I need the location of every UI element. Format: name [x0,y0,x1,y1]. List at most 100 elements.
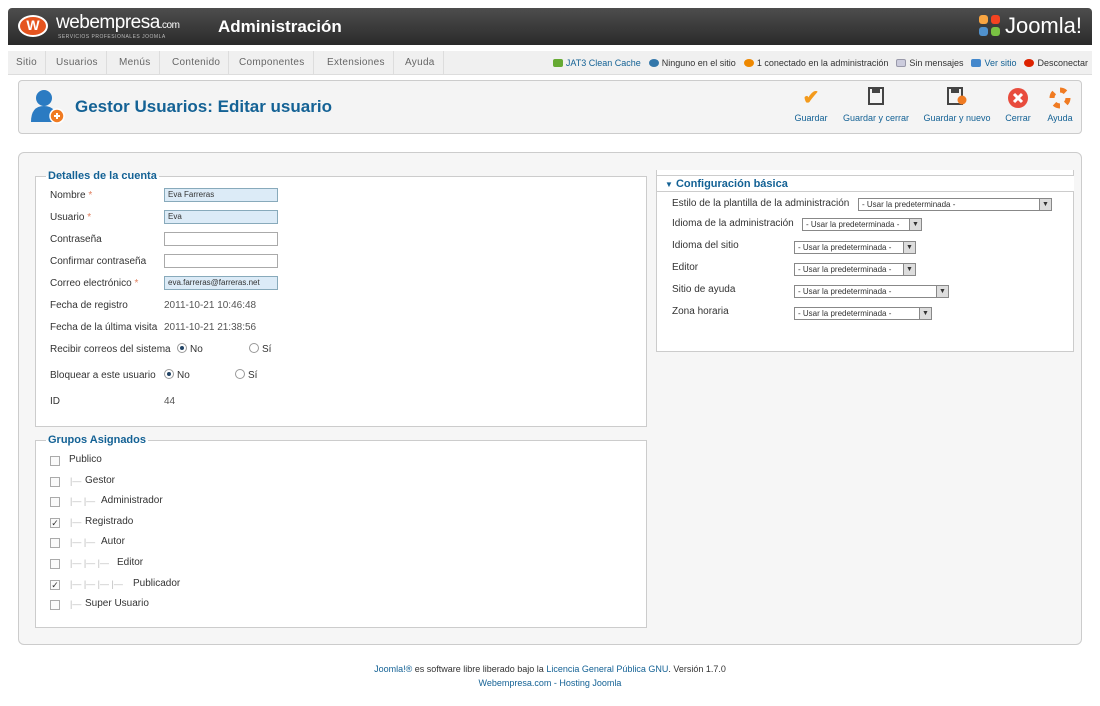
group-label: Editor [117,557,144,568]
brand-name: webempresa [56,12,160,33]
last-visit-value: 2011-10-21 21:38:56 [164,322,257,333]
username-input[interactable]: Eva [164,210,278,224]
group-checkbox[interactable] [50,538,60,549]
group-checkbox[interactable] [50,497,60,508]
tree-indent-icon: |— [70,516,82,527]
joomla-logo: Joomla! [978,13,1082,39]
dropdown-arrow-icon: ▼ [1039,199,1051,210]
radio-icon [235,369,245,379]
registered-value: 2011-10-21 10:46:48 [164,300,257,311]
group-label: Publicador [133,577,181,589]
basic-settings-fieldset: ▼ Configuración básica Estilo de la plan… [656,170,1074,352]
group-label: Publico [69,454,102,465]
name-input[interactable]: Eva Farreras [164,188,278,202]
registered-label: Fecha de registro [50,300,128,311]
confirm-password-input[interactable] [164,254,278,268]
group-checkbox[interactable] [50,456,60,466]
footer-line-1: Joomla!® es software libre liberado bajo… [0,662,1100,676]
menu-extensiones[interactable]: Extensiones [319,51,394,75]
send-email-yes[interactable]: Sí [249,342,271,358]
site-lang-label: Idioma del sitio [672,240,739,251]
basic-settings-header[interactable]: ▼ Configuración básica [657,175,1074,192]
help-button[interactable]: Ayuda [1043,87,1077,123]
send-email-no[interactable]: No [177,342,203,358]
dropdown-arrow-icon: ▼ [903,264,915,275]
close-button[interactable]: Cerrar [1001,87,1035,123]
tree-indent-icon: |— [70,599,82,610]
version-text: . Versión 1.7.0 [668,664,726,674]
main-panel: Detalles de la cuenta Nombre * Eva Farre… [18,152,1082,645]
block-user-yes[interactable]: Sí [235,368,257,384]
help-lifebuoy-icon [1043,87,1077,109]
help-site-label: Sitio de ayuda [672,284,736,295]
email-input[interactable]: eva.farreras@farreras.net [164,276,278,290]
menu-componentes[interactable]: Componentes [231,51,314,75]
license-link[interactable]: Licencia General Pública GNU [546,664,668,674]
id-value: 44 [164,396,176,407]
group-label: Registrado [85,515,134,527]
floppy-icon [839,87,913,109]
radio-selected-icon [177,343,187,353]
timezone-select[interactable]: - Usar la predeterminada - ▼ [794,307,932,320]
menu-ayuda[interactable]: Ayuda [397,51,444,75]
menu-sitio[interactable]: Sitio [8,51,46,75]
group-label: Administrador [101,495,163,507]
save-new-label: Guardar y nuevo [923,113,991,123]
menu-menus[interactable]: Menús [111,51,160,75]
tree-indent-icon: |— |— [70,496,96,507]
footer: Joomla!® es software libre liberado bajo… [0,662,1100,690]
group-label: Gestor [85,474,116,486]
group-checkbox[interactable] [50,476,60,487]
checkmark-icon: ✔ [802,87,820,109]
group-checkbox[interactable] [50,559,60,569]
top-header: W webempresa.com SERVICIOS PROFESIONALES… [8,8,1092,45]
tree-indent-icon: |— [70,475,82,486]
admin-style-select[interactable]: - Usar la predeterminada - ▼ [858,198,1052,211]
group-checkbox[interactable]: ✓ [50,517,60,528]
save-close-label: Guardar y cerrar [842,113,910,123]
joomla-link[interactable]: Joomla!® [374,664,412,674]
view-site-link[interactable]: Ver sitio [971,51,1016,75]
group-checkbox[interactable]: ✓ [50,579,60,590]
user-edit-icon [31,90,65,124]
dropdown-arrow-icon: ▼ [903,242,915,253]
email-label: Correo electrónico * [50,278,139,289]
basic-settings-title: Configuración básica [675,178,788,190]
group-label: Autor [101,536,125,548]
save-new-button[interactable]: Guardar y nuevo [919,87,995,123]
password-label: Contraseña [50,234,102,245]
footer-text: es software libre liberado bajo la [412,664,547,674]
joomla-mark-icon [978,15,1001,37]
help-label: Ayuda [1047,113,1073,123]
users-icon [648,59,659,67]
dropdown-arrow-icon: ▼ [919,308,931,319]
site-lang-select[interactable]: - Usar la predeterminada - ▼ [794,241,916,254]
toolbar: Gestor Usuarios: Editar usuario ✔ Guarda… [18,80,1082,134]
save-close-button[interactable]: Guardar y cerrar [839,87,913,123]
monitor-icon [971,59,982,67]
collapse-triangle-icon: ▼ [665,180,673,189]
block-user-no[interactable]: No [164,368,190,384]
menu-usuarios[interactable]: Usuarios [48,51,107,75]
groups-list: Publico |— Gestor |— |— Administrador ✓ |— Regi… [50,446,630,626]
save-label: Guardar [794,113,828,123]
webempresa-link[interactable]: Webempresa.com - Hosting Joomla [479,678,622,688]
confirm-password-label: Confirmar contraseña [50,256,147,267]
cache-link[interactable]: JAT3 Clean Cache [552,51,641,75]
cache-icon [552,59,563,67]
editor-select[interactable]: - Usar la predeterminada - ▼ [794,263,916,276]
dropdown-arrow-icon: ▼ [936,286,948,297]
admin-lang-select[interactable]: - Usar la predeterminada - ▼ [802,218,922,231]
messages-status[interactable]: Sin mensajes [896,51,963,75]
tree-indent-icon: |— |— [70,537,96,548]
group-checkbox[interactable] [50,600,60,611]
id-label: ID [50,396,60,407]
status-bar: JAT3 Clean Cache Ninguno en el sitio 1 c… [552,51,1088,75]
save-button[interactable]: ✔ Guardar [789,87,833,123]
password-input[interactable] [164,232,278,246]
account-details-legend: Detalles de la cuenta [48,170,157,182]
menu-contenido[interactable]: Contenido [164,51,230,75]
help-site-select[interactable]: - Usar la predeterminada - ▼ [794,285,949,298]
logout-link[interactable]: Desconectar [1024,51,1088,75]
power-icon [1024,59,1035,67]
